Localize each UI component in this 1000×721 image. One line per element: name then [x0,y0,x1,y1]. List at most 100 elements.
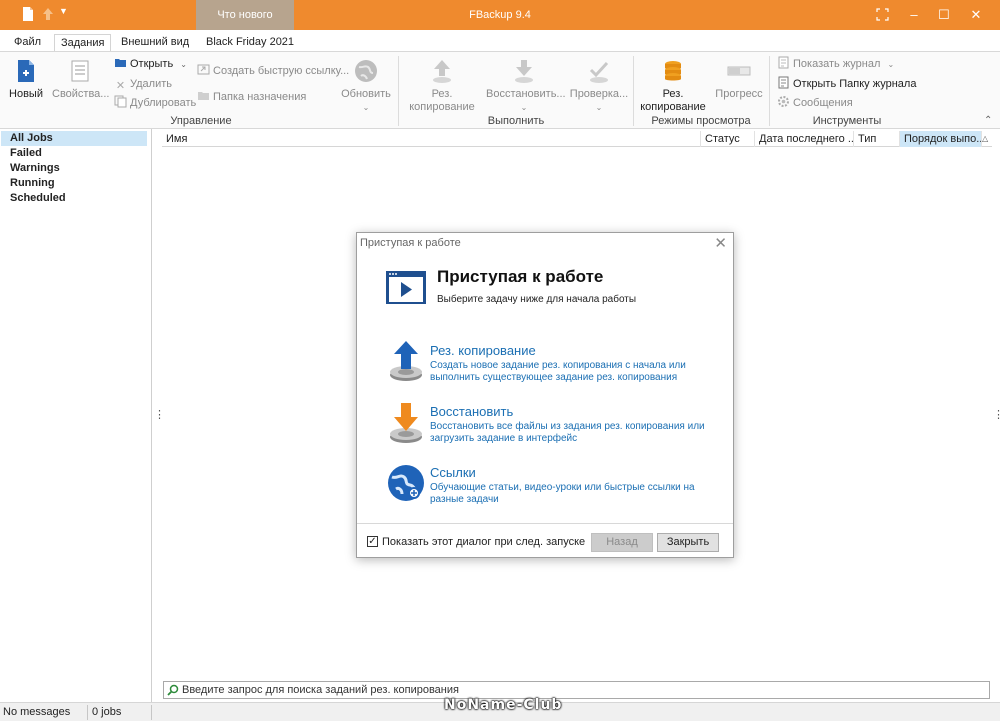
video-player-icon [386,271,426,304]
new-button[interactable]: Новый [6,58,46,101]
dialog-subheading: Выберите задачу ниже для начала работы [437,294,637,305]
dialog-close-icon[interactable]: ✕ [714,234,727,252]
progress-button[interactable]: Прогресс [712,58,766,101]
open-button[interactable]: Открыть ⌄ [114,56,187,72]
tab-tasks[interactable]: Задания [54,34,112,54]
option-links-desc-line2: разные задачи [430,494,499,505]
update-button[interactable]: Обновить ⌄ [340,58,392,114]
tab-file[interactable]: Файл [8,34,47,52]
filter-all-jobs[interactable]: All Jobs [1,131,147,146]
option-links-title[interactable]: Ссылки [430,465,476,480]
globe-links-icon[interactable] [386,463,426,503]
collapse-ribbon-icon[interactable]: ⌃ [984,115,992,126]
restore-download-icon[interactable] [388,401,424,445]
column-type[interactable]: Тип [854,131,900,147]
column-status[interactable]: Статус [701,131,755,147]
group-execute-label: Выполнить [487,115,545,127]
filter-failed[interactable]: Failed [1,146,147,161]
restore-dropdown-icon[interactable]: ⌄ [486,101,562,114]
show-log-button[interactable]: Показать журнал ⌄ [777,56,894,72]
job-filter-panel: All Jobs Failed Warnings Running Schedul… [0,129,152,702]
option-backup-title[interactable]: Рез. копирование [430,343,536,358]
close-window-button[interactable]: ✕ [956,0,996,30]
duplicate-icon [114,95,127,108]
properties-button[interactable]: Свойства... [52,58,109,101]
option-restore-title[interactable]: Восстановить [430,404,513,419]
open-log-folder-button[interactable]: Открыть Папку журнала [777,76,916,92]
check-dropdown-icon[interactable]: ⌄ [568,101,630,114]
backup-button[interactable]: Рез. копирование [404,58,480,114]
close-button[interactable]: Закрыть [657,533,719,552]
show-log-dropdown-icon[interactable]: ⌄ [887,60,894,69]
whats-new-tab[interactable]: Что нового [196,0,294,30]
check-button[interactable]: Проверка... ⌄ [568,58,630,114]
tab-view[interactable]: Внешний вид [115,34,195,52]
status-jobs-count: 0 jobs [92,706,122,718]
check-icon [589,61,609,83]
new-document-icon [18,60,34,82]
messages-button[interactable]: Сообщения [777,95,853,111]
app-title: FBackup 9.4 [469,9,531,21]
column-run-order[interactable]: Порядок выпо... [900,131,982,147]
backup-arrow-icon [433,60,451,83]
show-on-startup-label: Показать этот диалог при след. запуске [382,536,586,548]
dialog-footer: ✓ Показать этот диалог при след. запуске… [357,523,733,557]
shortcut-icon [197,64,210,75]
fullscreen-icon[interactable] [876,8,889,21]
column-name[interactable]: Имя [162,131,701,147]
group-separator [633,56,634,126]
search-placeholder: Введите запрос для поиска заданий рез. к… [182,684,459,696]
filter-scheduled[interactable]: Scheduled [1,191,147,206]
backup-upload-icon[interactable] [388,339,424,383]
log-icon [778,56,789,69]
quick-backup-icon[interactable] [40,6,56,22]
destination-folder-button[interactable]: Папка назначения [197,89,306,105]
option-restore-desc-line2: загрузить задание в интерфейс [430,433,578,444]
column-last-date[interactable]: Дата последнего ... [755,131,854,147]
app-logo-icon [23,7,33,21]
back-button[interactable]: Назад [591,533,653,552]
ribbon: Новый Свойства... Открыть ⌄ ✕ Удалить Дуб… [0,51,1000,129]
watermark: NoName-Club [444,697,563,713]
properties-icon [71,60,89,82]
update-dropdown-icon[interactable]: ⌄ [340,101,392,114]
destination-folder-icon [198,92,209,100]
open-dropdown-icon[interactable]: ⌄ [180,60,187,69]
open-folder-icon [115,59,126,67]
getting-started-dialog: Приступая к работе ✕ Приступая к работе … [356,232,734,558]
show-on-startup-checkbox[interactable]: ✓ [367,536,378,547]
menu-bar: Файл Задания Внешний вид Black Friday 20… [0,30,1000,54]
filter-running[interactable]: Running [1,176,147,191]
restore-button[interactable]: Восстановить... ⌄ [486,58,566,114]
status-separator [87,705,88,720]
mode-backup-button[interactable]: Рез. копирование [638,58,708,114]
delete-button[interactable]: ✕ Удалить [114,76,172,92]
group-separator [769,56,770,126]
group-separator [398,56,399,126]
filter-warnings[interactable]: Warnings [1,161,147,176]
quick-access-dropdown-icon[interactable]: ▼ [59,6,68,16]
globe-icon [355,60,377,82]
right-splitter-handle[interactable]: ⋮ [993,408,1000,421]
database-coins-icon [665,61,681,81]
log-folder-icon [778,76,789,89]
duplicate-button[interactable]: Дублировать [114,95,196,111]
group-tools-label: Инструменты [812,115,882,127]
gear-icon [778,96,789,107]
job-search-input[interactable]: Введите запрос для поиска заданий рез. к… [163,681,990,699]
search-icon [167,684,179,696]
status-messages: No messages [3,706,71,718]
group-view-modes-label: Режимы просмотра [651,115,751,127]
group-manage-label: Управление [170,115,232,127]
option-backup-desc-line1: Создать новое задание рез. копирования с… [430,360,686,371]
progress-bar-icon [727,66,751,76]
tab-black-friday[interactable]: Black Friday 2021 [200,34,300,52]
option-links-desc-line1: Обучающие статьи, видео-уроки или быстры… [430,482,695,493]
option-restore-desc-line1: Восстановить все файлы из задания рез. к… [430,421,705,432]
create-shortcut-button[interactable]: Создать быструю ссылку... [197,63,349,79]
status-separator [151,705,152,720]
jobs-table-header: Имя Статус Дата последнего ... Тип Поряд… [162,131,992,147]
title-bar: ▼ Что нового FBackup 9.4 – ☐ ✕ [0,0,1000,30]
dialog-heading: Приступая к работе [437,267,604,286]
restore-arrow-icon [515,60,533,83]
